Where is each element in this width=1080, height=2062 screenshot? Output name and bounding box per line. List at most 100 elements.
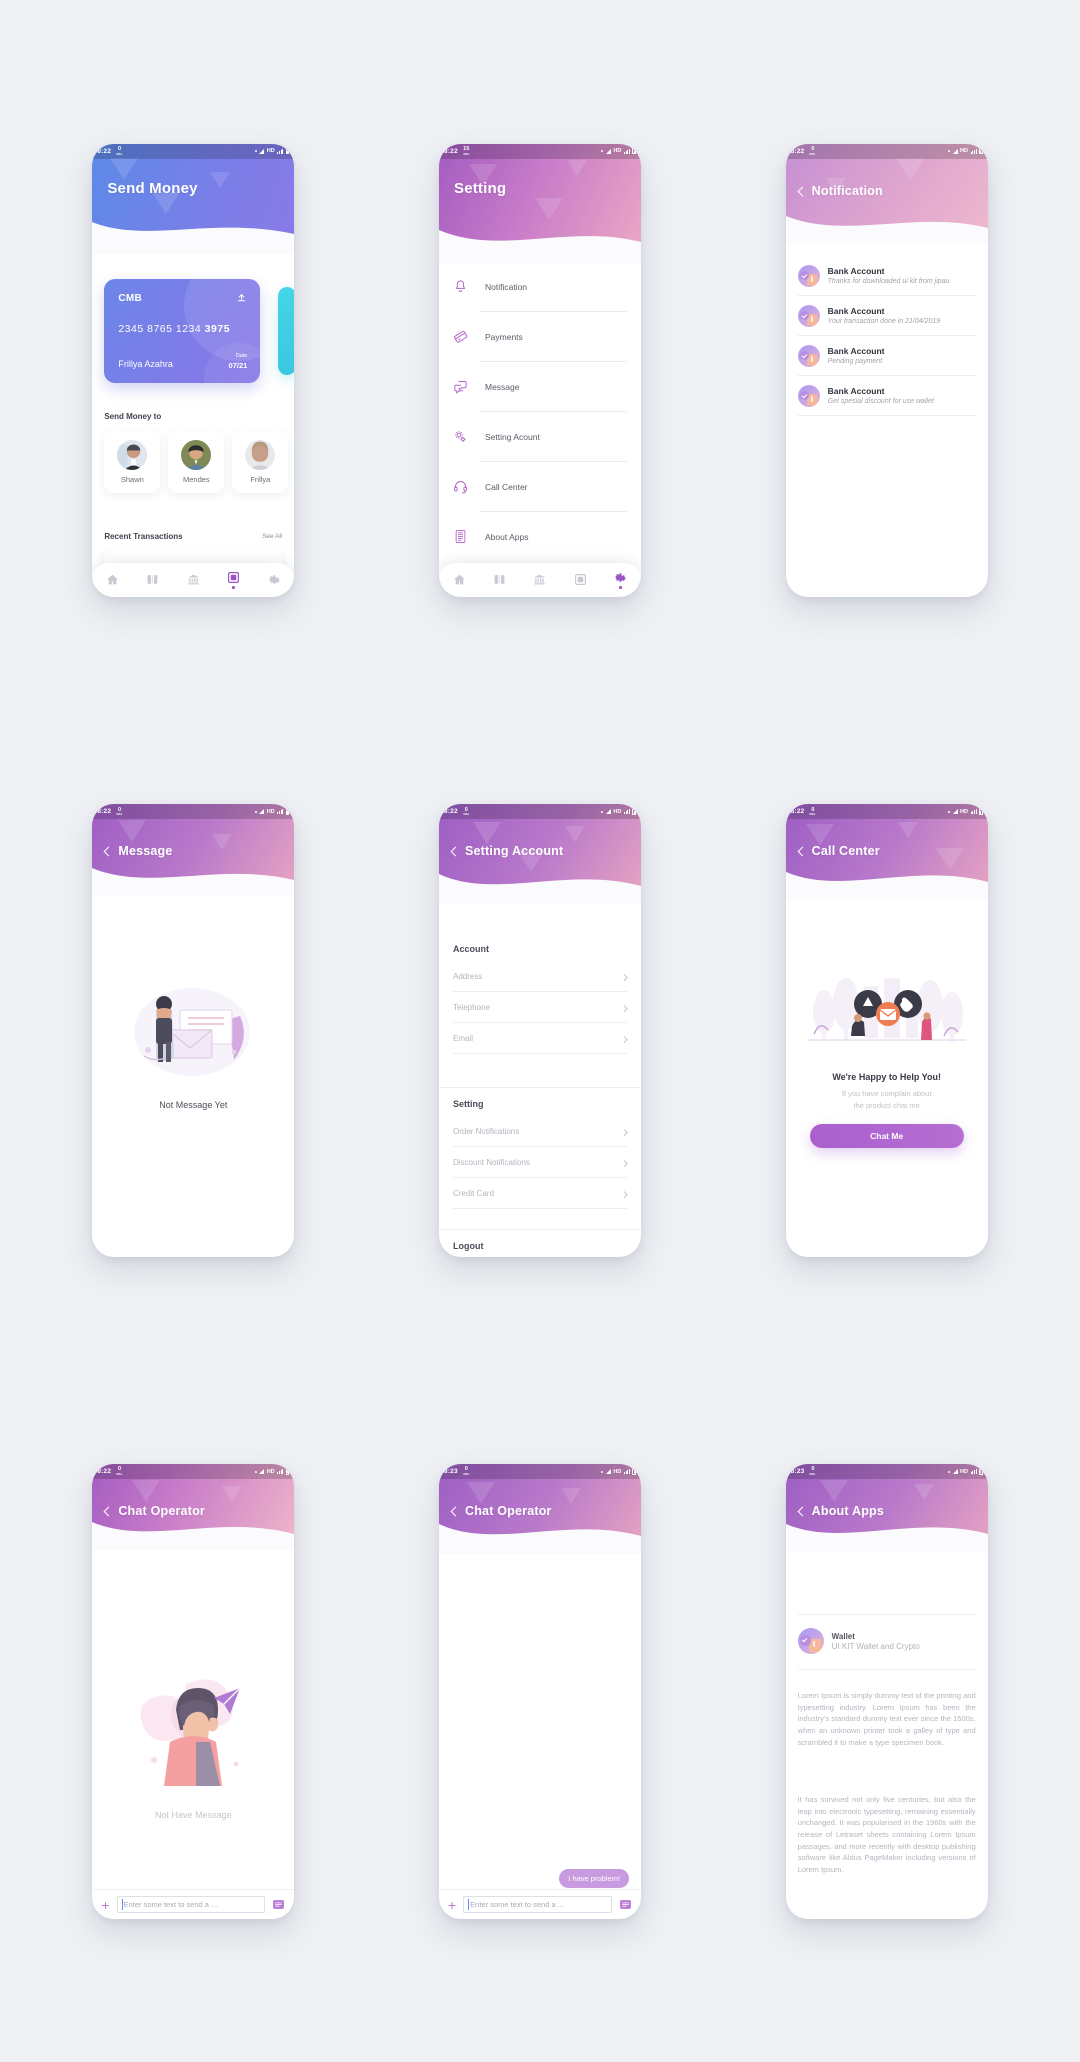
status-bars-icon [277,1469,284,1475]
notification-list: Bank Account Thanks for downloaded ui ki… [786,256,988,416]
row-label: Discount Notifications [452,1158,530,1168]
header-send-money [92,143,295,254]
status-bars-icon [277,809,284,815]
contact-name: Mendes [182,474,210,484]
card-holder-name: Frillya Azahra [118,358,173,369]
page-title: Chat Operator [118,1504,205,1519]
account-row-telephone[interactable]: Telephone [439,992,641,1024]
cell-setting: 8:22 15 KB/s HD Setting Notification Paym… [367,40,714,701]
bank-icon [534,574,546,585]
nav-item-card[interactable] [227,571,240,589]
contact-item[interactable]: Mendes [168,430,225,493]
nav-item-bank[interactable] [187,573,200,586]
recent-transactions-label: Recent Transactions [104,531,183,541]
home-icon [453,574,465,585]
setting-row-credit-card[interactable]: Credit Card [439,1178,641,1210]
contact-item[interactable]: Frillya [232,430,289,493]
nav-item-home[interactable] [106,573,119,586]
status-net-speed: 0 KB/s [809,146,816,156]
send-message-icon[interactable] [619,1898,632,1911]
avatar-photo-icon [181,439,212,470]
credit-card[interactable]: CMB 2345 8765 1234 3975 Frillya Azahra D… [104,278,261,383]
cell-chat-active: 8:23 0 KB/s HD Chat Operator I have probl… [367,1361,714,2022]
avatar [181,439,212,470]
nav-item-wallet[interactable] [493,573,506,586]
chat-input[interactable]: Enter some text to send a ... [116,1896,266,1914]
text-caret [121,1899,123,1911]
account-row-email[interactable]: Email [439,1023,641,1055]
phone-chat-active: 8:23 0 KB/s HD Chat Operator I have probl… [438,1464,641,1920]
setting-row-order-notifications[interactable]: Order Notifications [439,1116,641,1148]
account-row-address[interactable]: Address [439,961,641,993]
setting-row-discount-notifications[interactable]: Discount Notifications [439,1147,641,1179]
chat-input-placeholder: Enter some text to send a ... [123,1900,218,1910]
chat-input-bar: + Enter some text to send a ... [92,1889,295,1920]
upload-icon[interactable] [236,292,247,303]
chat-input-bar: + Enter some text to send a ... [438,1889,641,1920]
phone-notification: 8:22 0 KB/s HD Notification Bank Account … [785,143,988,597]
section-divider [438,1229,641,1231]
status-bars-icon [970,809,977,815]
wallet-avatar-icon [797,304,820,327]
setting-item-message[interactable]: Message [439,362,641,412]
chat-me-button[interactable]: Chat Me [809,1124,964,1149]
notification-row[interactable]: Bank Account Pending payment [786,336,988,376]
card-expiry: Date 07/21 [228,353,248,370]
divider-bottom [797,1669,976,1671]
add-attachment-icon[interactable]: + [101,1898,109,1912]
nav-item-home[interactable] [453,573,466,586]
notification-row[interactable]: Bank Account Your transaction done in 21… [786,296,988,336]
avatar [245,439,276,470]
row-label: Address [452,972,483,982]
header-setting [438,143,641,264]
status-signal-tri-icon [605,148,611,154]
cell-message: 8:22 0 KB/s HD Message Not Message Yet [20,701,367,1362]
notification-subtitle: Pending payment [827,358,883,366]
group-title-setting: Setting [452,1099,484,1110]
status-bars-icon [623,148,630,154]
ui-kit-grid: 8:22 0 KB/s HD Send Money CMB 2345 8765 1… [0,0,1080,2062]
status-dot-icon [948,150,951,153]
cell-send-money: 8:22 0 KB/s HD Send Money CMB 2345 8765 1… [20,40,367,701]
status-hd-label: HD [266,1468,275,1475]
row-label: Email [452,1034,473,1044]
status-signal-tri-icon [605,809,611,815]
setting-item-about-apps[interactable]: About Apps [439,512,641,562]
setting-item-payments[interactable]: Payments [439,312,641,362]
contact-name: Frillya [250,474,271,484]
setting-item-notification[interactable]: Notification [439,262,641,312]
status-battery-icon [285,808,290,815]
nav-item-card[interactable] [574,573,587,586]
card-number: 2345 8765 1234 3975 [118,322,231,335]
contact-list: Shawn Mendes Frillya [104,430,294,493]
logout-button[interactable]: Logout [439,1241,498,1257]
status-signal-tri-icon [952,809,958,815]
setting-item-call-center[interactable]: Call Center [439,462,641,512]
account-group: Account Address Telephone Email [439,944,641,1055]
status-time: 8:22 [97,1468,112,1476]
row-label: Credit Card [452,1189,494,1199]
card-peek-next[interactable] [278,286,295,375]
page-title: Call Center [811,844,880,859]
nav-item-bank[interactable] [533,573,546,586]
nav-item-wallet[interactable] [146,573,159,586]
chat-input[interactable]: Enter some text to send a ... [463,1896,612,1914]
nav-item-settings[interactable] [268,573,281,586]
notification-row[interactable]: Bank Account Get spesial discount for us… [786,376,988,416]
app-subtitle: UI KIT Wallet and Crypto [831,1641,920,1651]
text-caret [468,1899,470,1911]
status-battery-icon [285,147,290,155]
page-title: Setting Account [464,844,564,859]
status-hd-label: HD [960,148,968,155]
setting-item-setting-account[interactable]: Setting Acount [439,412,641,462]
chevron-right-icon [621,1128,628,1136]
status-time: 8:23 [790,1468,805,1476]
status-battery-icon [979,1468,983,1475]
send-message-icon[interactable] [272,1898,285,1911]
nav-item-settings[interactable] [614,571,627,589]
contact-item[interactable]: Shawn [104,430,161,493]
notification-row[interactable]: Bank Account Thanks for downloaded ui ki… [786,256,988,296]
status-signal-tri-icon [259,148,265,154]
add-attachment-icon[interactable]: + [448,1898,456,1912]
see-all-link[interactable]: See All [262,533,282,540]
